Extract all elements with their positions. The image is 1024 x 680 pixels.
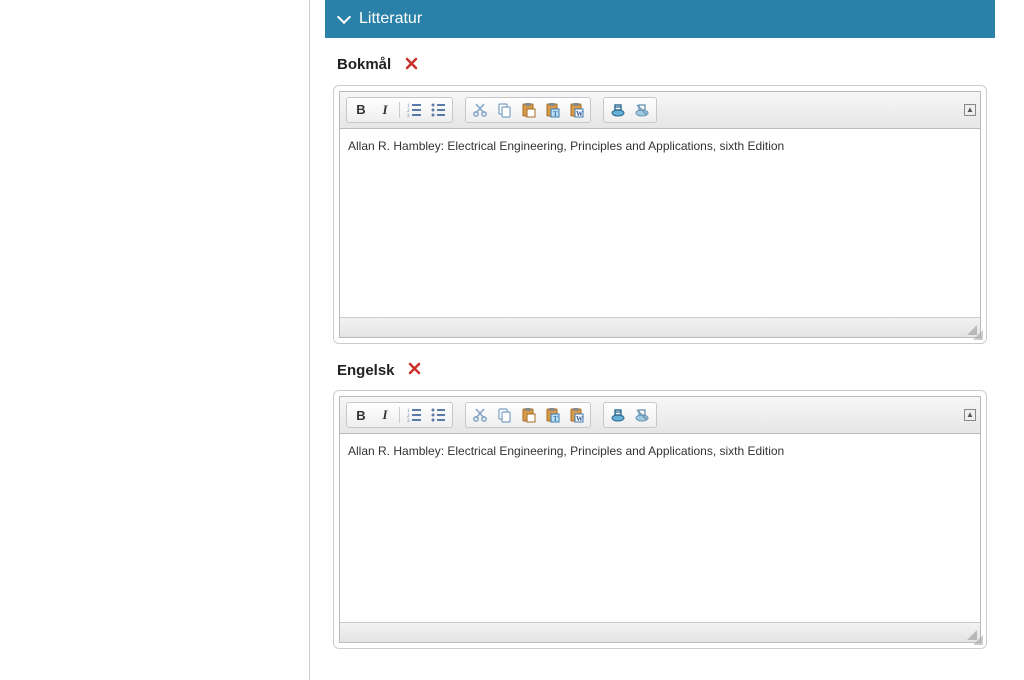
paste-text-button[interactable]: T bbox=[542, 100, 562, 120]
unordered-list-button[interactable] bbox=[428, 405, 448, 425]
close-icon bbox=[408, 362, 421, 375]
toolbar-collapse-button[interactable]: ▲ bbox=[964, 104, 976, 116]
paste-text-button[interactable]: T bbox=[542, 405, 562, 425]
chevron-down-icon bbox=[337, 10, 351, 24]
ordered-list-button[interactable]: 123 bbox=[404, 100, 424, 120]
cut-button[interactable] bbox=[470, 100, 490, 120]
copy-button[interactable] bbox=[494, 100, 514, 120]
language-label: Engelsk bbox=[337, 362, 395, 379]
language-label: Bokmål bbox=[337, 56, 391, 73]
unlink-button[interactable] bbox=[632, 405, 652, 425]
sidebar-placeholder bbox=[0, 0, 310, 680]
toolbar-collapse-button[interactable]: ▲ bbox=[964, 409, 976, 421]
paste-word-button[interactable]: W bbox=[566, 405, 586, 425]
editor-textarea[interactable]: Allan R. Hambley: Electrical Engineering… bbox=[340, 434, 980, 622]
ordered-list-button[interactable]: 123 bbox=[404, 405, 424, 425]
container-resize-grip[interactable] bbox=[970, 327, 984, 341]
svg-text:3: 3 bbox=[407, 419, 410, 423]
delete-language-button[interactable] bbox=[405, 57, 418, 75]
unlink-button[interactable] bbox=[632, 100, 652, 120]
delete-language-button[interactable] bbox=[408, 362, 421, 380]
editor-statusbar bbox=[340, 317, 980, 337]
language-block-bokmal: Bokmål B I 123 bbox=[333, 56, 987, 344]
unordered-list-button[interactable] bbox=[428, 100, 448, 120]
link-button[interactable] bbox=[608, 405, 628, 425]
copy-button[interactable] bbox=[494, 405, 514, 425]
language-block-engelsk: Engelsk B I 123 bbox=[333, 362, 987, 650]
section-header[interactable]: Litteratur bbox=[325, 0, 995, 38]
svg-text:T: T bbox=[553, 415, 558, 423]
paste-button[interactable] bbox=[518, 405, 538, 425]
editor-toolbar: B I 123 bbox=[340, 397, 980, 434]
editor-container: B I 123 bbox=[333, 390, 987, 649]
paste-word-button[interactable]: W bbox=[566, 100, 586, 120]
svg-text:W: W bbox=[576, 110, 583, 118]
bold-button[interactable]: B bbox=[351, 100, 371, 120]
svg-text:T: T bbox=[553, 110, 558, 118]
section-title: Litteratur bbox=[359, 10, 422, 28]
bold-button[interactable]: B bbox=[351, 405, 371, 425]
paste-button[interactable] bbox=[518, 100, 538, 120]
italic-button[interactable]: I bbox=[375, 100, 395, 120]
cut-button[interactable] bbox=[470, 405, 490, 425]
container-resize-grip[interactable] bbox=[970, 632, 984, 646]
link-button[interactable] bbox=[608, 100, 628, 120]
editor-toolbar: B I 123 bbox=[340, 92, 980, 129]
editor-statusbar bbox=[340, 622, 980, 642]
editor-container: B I 123 bbox=[333, 85, 987, 344]
italic-button[interactable]: I bbox=[375, 405, 395, 425]
svg-text:3: 3 bbox=[407, 114, 410, 118]
close-icon bbox=[405, 57, 418, 70]
editor-textarea[interactable]: Allan R. Hambley: Electrical Engineering… bbox=[340, 129, 980, 317]
svg-text:W: W bbox=[576, 415, 583, 423]
